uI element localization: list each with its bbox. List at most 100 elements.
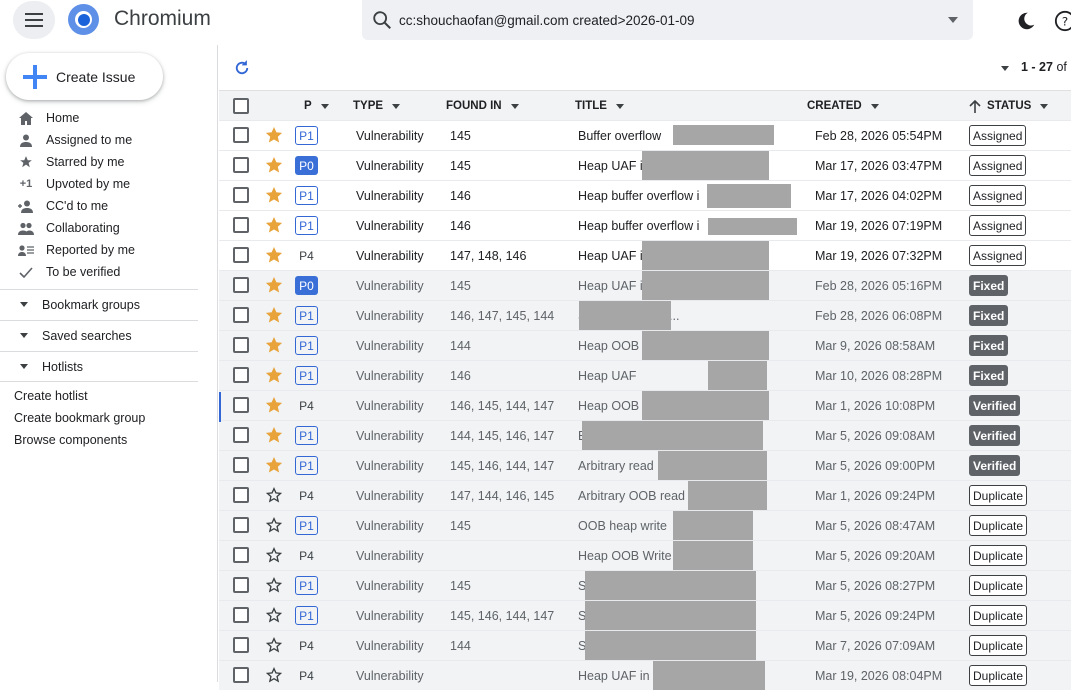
header-found-in[interactable]: FOUND IN — [446, 91, 519, 121]
row-checkbox[interactable] — [233, 607, 249, 623]
sidebar-link-browse-components[interactable]: Browse components — [14, 433, 127, 447]
sidebar-link-create-hotlist[interactable]: Create hotlist — [14, 389, 88, 403]
table-row[interactable]: P1 Vulnerability 145 OOB heap write Mar 5, 2… — [219, 510, 1071, 540]
header-priority[interactable]: P — [304, 91, 329, 121]
help-icon[interactable]: ? — [1054, 10, 1071, 32]
star-filled-icon[interactable] — [266, 457, 282, 473]
moon-icon[interactable] — [1015, 10, 1037, 32]
star-filled-icon[interactable] — [266, 187, 282, 203]
main-menu-button[interactable] — [13, 1, 55, 39]
sidebar-item-upvoted-by-me[interactable]: +1 Upvoted by me — [0, 173, 200, 195]
table-row[interactable]: P0 Vulnerability 145 Heap UAF i Feb 28, 2026… — [219, 270, 1071, 300]
star-outline-icon[interactable] — [266, 547, 282, 563]
found-in-cell — [450, 541, 568, 570]
table-row[interactable]: P4 Vulnerability 147, 148, 146 Heap UAF i Ma… — [219, 240, 1071, 270]
star-filled-icon[interactable] — [266, 247, 282, 263]
header-type[interactable]: TYPE — [353, 91, 401, 121]
sidebar-item-starred-by-me[interactable]: Starred by me — [0, 151, 200, 173]
row-checkbox[interactable] — [233, 637, 249, 653]
row-checkbox[interactable] — [233, 247, 249, 263]
table-row[interactable]: P1Vulnerability146, 147, 145, 144S integ… — [219, 300, 1071, 330]
table-row[interactable]: P1 Vulnerability 145, 146, 144, 147 Arbitra… — [219, 450, 1071, 480]
sidebar-section-bookmark-groups[interactable]: Bookmark groups — [0, 289, 198, 319]
row-focus-indicator — [219, 392, 221, 422]
row-checkbox[interactable] — [233, 487, 249, 503]
row-checkbox[interactable] — [233, 337, 249, 353]
star-filled-icon[interactable] — [266, 307, 282, 323]
row-checkbox[interactable] — [233, 217, 249, 233]
star-outline-icon[interactable] — [266, 637, 282, 653]
redaction-block — [642, 151, 769, 180]
table-row[interactable]: P4 Vulnerability 146, 145, 144, 147 Heap OO… — [219, 390, 1071, 420]
star-filled-icon[interactable] — [266, 397, 282, 413]
table-row[interactable]: P4 Vulnerability Heap OOB Write Mar 5, 2026… — [219, 540, 1071, 570]
type-cell: Vulnerability — [356, 428, 424, 443]
sidebar-item-home[interactable]: Home — [0, 107, 200, 129]
top-app-bar: Chromium ? — [0, 0, 1071, 45]
type-cell: Vulnerability — [356, 398, 424, 413]
star-outline-icon[interactable] — [266, 577, 282, 593]
sidebar: Create Issue Home Assigned to me Starred b… — [0, 45, 218, 682]
priority-badge: P0 — [295, 156, 318, 175]
table-row[interactable]: P4 Vulnerability Heap UAF in Mar 19, 2026 0… — [219, 660, 1071, 690]
star-filled-icon[interactable] — [266, 217, 282, 233]
sidebar-item-assigned-to-me[interactable]: Assigned to me — [0, 129, 200, 151]
refresh-icon[interactable] — [233, 59, 251, 77]
row-checkbox[interactable] — [233, 457, 249, 473]
redaction-block — [708, 361, 767, 390]
create-issue-button[interactable]: Create Issue — [6, 53, 163, 100]
row-checkbox[interactable] — [233, 187, 249, 203]
row-checkbox[interactable] — [233, 397, 249, 413]
row-checkbox[interactable] — [233, 127, 249, 143]
row-checkbox[interactable] — [233, 367, 249, 383]
star-filled-icon[interactable] — [266, 157, 282, 173]
search-icon[interactable] — [371, 9, 393, 31]
star-outline-icon[interactable] — [266, 667, 282, 683]
header-created[interactable]: CREATED — [807, 91, 879, 121]
star-outline-icon[interactable] — [266, 517, 282, 533]
table-row[interactable]: P1 Vulnerability 145 S Mar 5, 2026 08:27PM Du… — [219, 570, 1071, 600]
star-filled-icon[interactable] — [266, 277, 282, 293]
row-checkbox[interactable] — [233, 577, 249, 593]
star-outline-icon[interactable] — [266, 487, 282, 503]
row-checkbox[interactable] — [233, 517, 249, 533]
sidebar-item-collaborating[interactable]: Collaborating — [0, 217, 200, 239]
sidebar-section-hotlists[interactable]: Hotlists — [0, 351, 198, 381]
row-checkbox[interactable] — [233, 547, 249, 563]
star-filled-icon[interactable] — [266, 367, 282, 383]
select-all-checkbox[interactable] — [233, 98, 249, 114]
priority-badge: P1 — [295, 186, 318, 205]
table-row[interactable]: P4 Vulnerability 144 S Mar 7, 2026 07:09AM Du… — [219, 630, 1071, 660]
created-cell: Mar 9, 2026 08:58AM — [815, 338, 936, 353]
search-options-dropdown[interactable] — [948, 17, 958, 23]
table-row[interactable]: P1Vulnerability144, 145, 146, 147EMar 5,… — [219, 420, 1071, 450]
row-checkbox[interactable] — [233, 667, 249, 683]
table-row[interactable]: P1 Vulnerability 145 Buffer overflow Feb 28,… — [219, 120, 1071, 150]
sidebar-section-saved-searches[interactable]: Saved searches — [0, 320, 198, 350]
row-checkbox[interactable] — [233, 307, 249, 323]
search-input[interactable] — [399, 10, 939, 30]
star-outline-icon[interactable] — [266, 607, 282, 623]
table-row[interactable]: P1 Vulnerability 145, 146, 144, 147 S Mar 5,… — [219, 600, 1071, 630]
table-row[interactable]: P1 Vulnerability 146 Heap buffer overflow i… — [219, 210, 1071, 240]
sidebar-item-cc-d-to-me[interactable]: CC'd to me — [0, 195, 200, 217]
table-row[interactable]: P4 Vulnerability 147, 144, 146, 145 Arbitra… — [219, 480, 1071, 510]
table-row[interactable]: P1 Vulnerability 146 Heap buffer overflow i… — [219, 180, 1071, 210]
status-badge: Assigned — [969, 215, 1027, 236]
chromium-logo[interactable] — [68, 4, 99, 35]
row-checkbox[interactable] — [233, 157, 249, 173]
star-filled-icon[interactable] — [266, 427, 282, 443]
row-checkbox[interactable] — [233, 427, 249, 443]
row-checkbox[interactable] — [233, 277, 249, 293]
star-filled-icon[interactable] — [266, 337, 282, 353]
table-row[interactable]: P1 Vulnerability 146 Heap UAF Mar 10, 2026 0… — [219, 360, 1071, 390]
header-title[interactable]: TITLE — [575, 91, 624, 121]
star-filled-icon[interactable] — [266, 127, 282, 143]
table-row[interactable]: P0 Vulnerability 145 Heap UAF i Mar 17, 2026… — [219, 150, 1071, 180]
sidebar-item-to-be-verified[interactable]: To be verified — [0, 261, 200, 283]
page-size-dropdown[interactable] — [1001, 66, 1009, 71]
sidebar-link-create-bookmark-group[interactable]: Create bookmark group — [14, 411, 145, 425]
header-status[interactable]: STATUS — [969, 91, 1049, 121]
table-row[interactable]: P1 Vulnerability 144 Heap OOB i Mar 9, 2026 … — [219, 330, 1071, 360]
sidebar-item-reported-by-me[interactable]: Reported by me — [0, 239, 200, 261]
